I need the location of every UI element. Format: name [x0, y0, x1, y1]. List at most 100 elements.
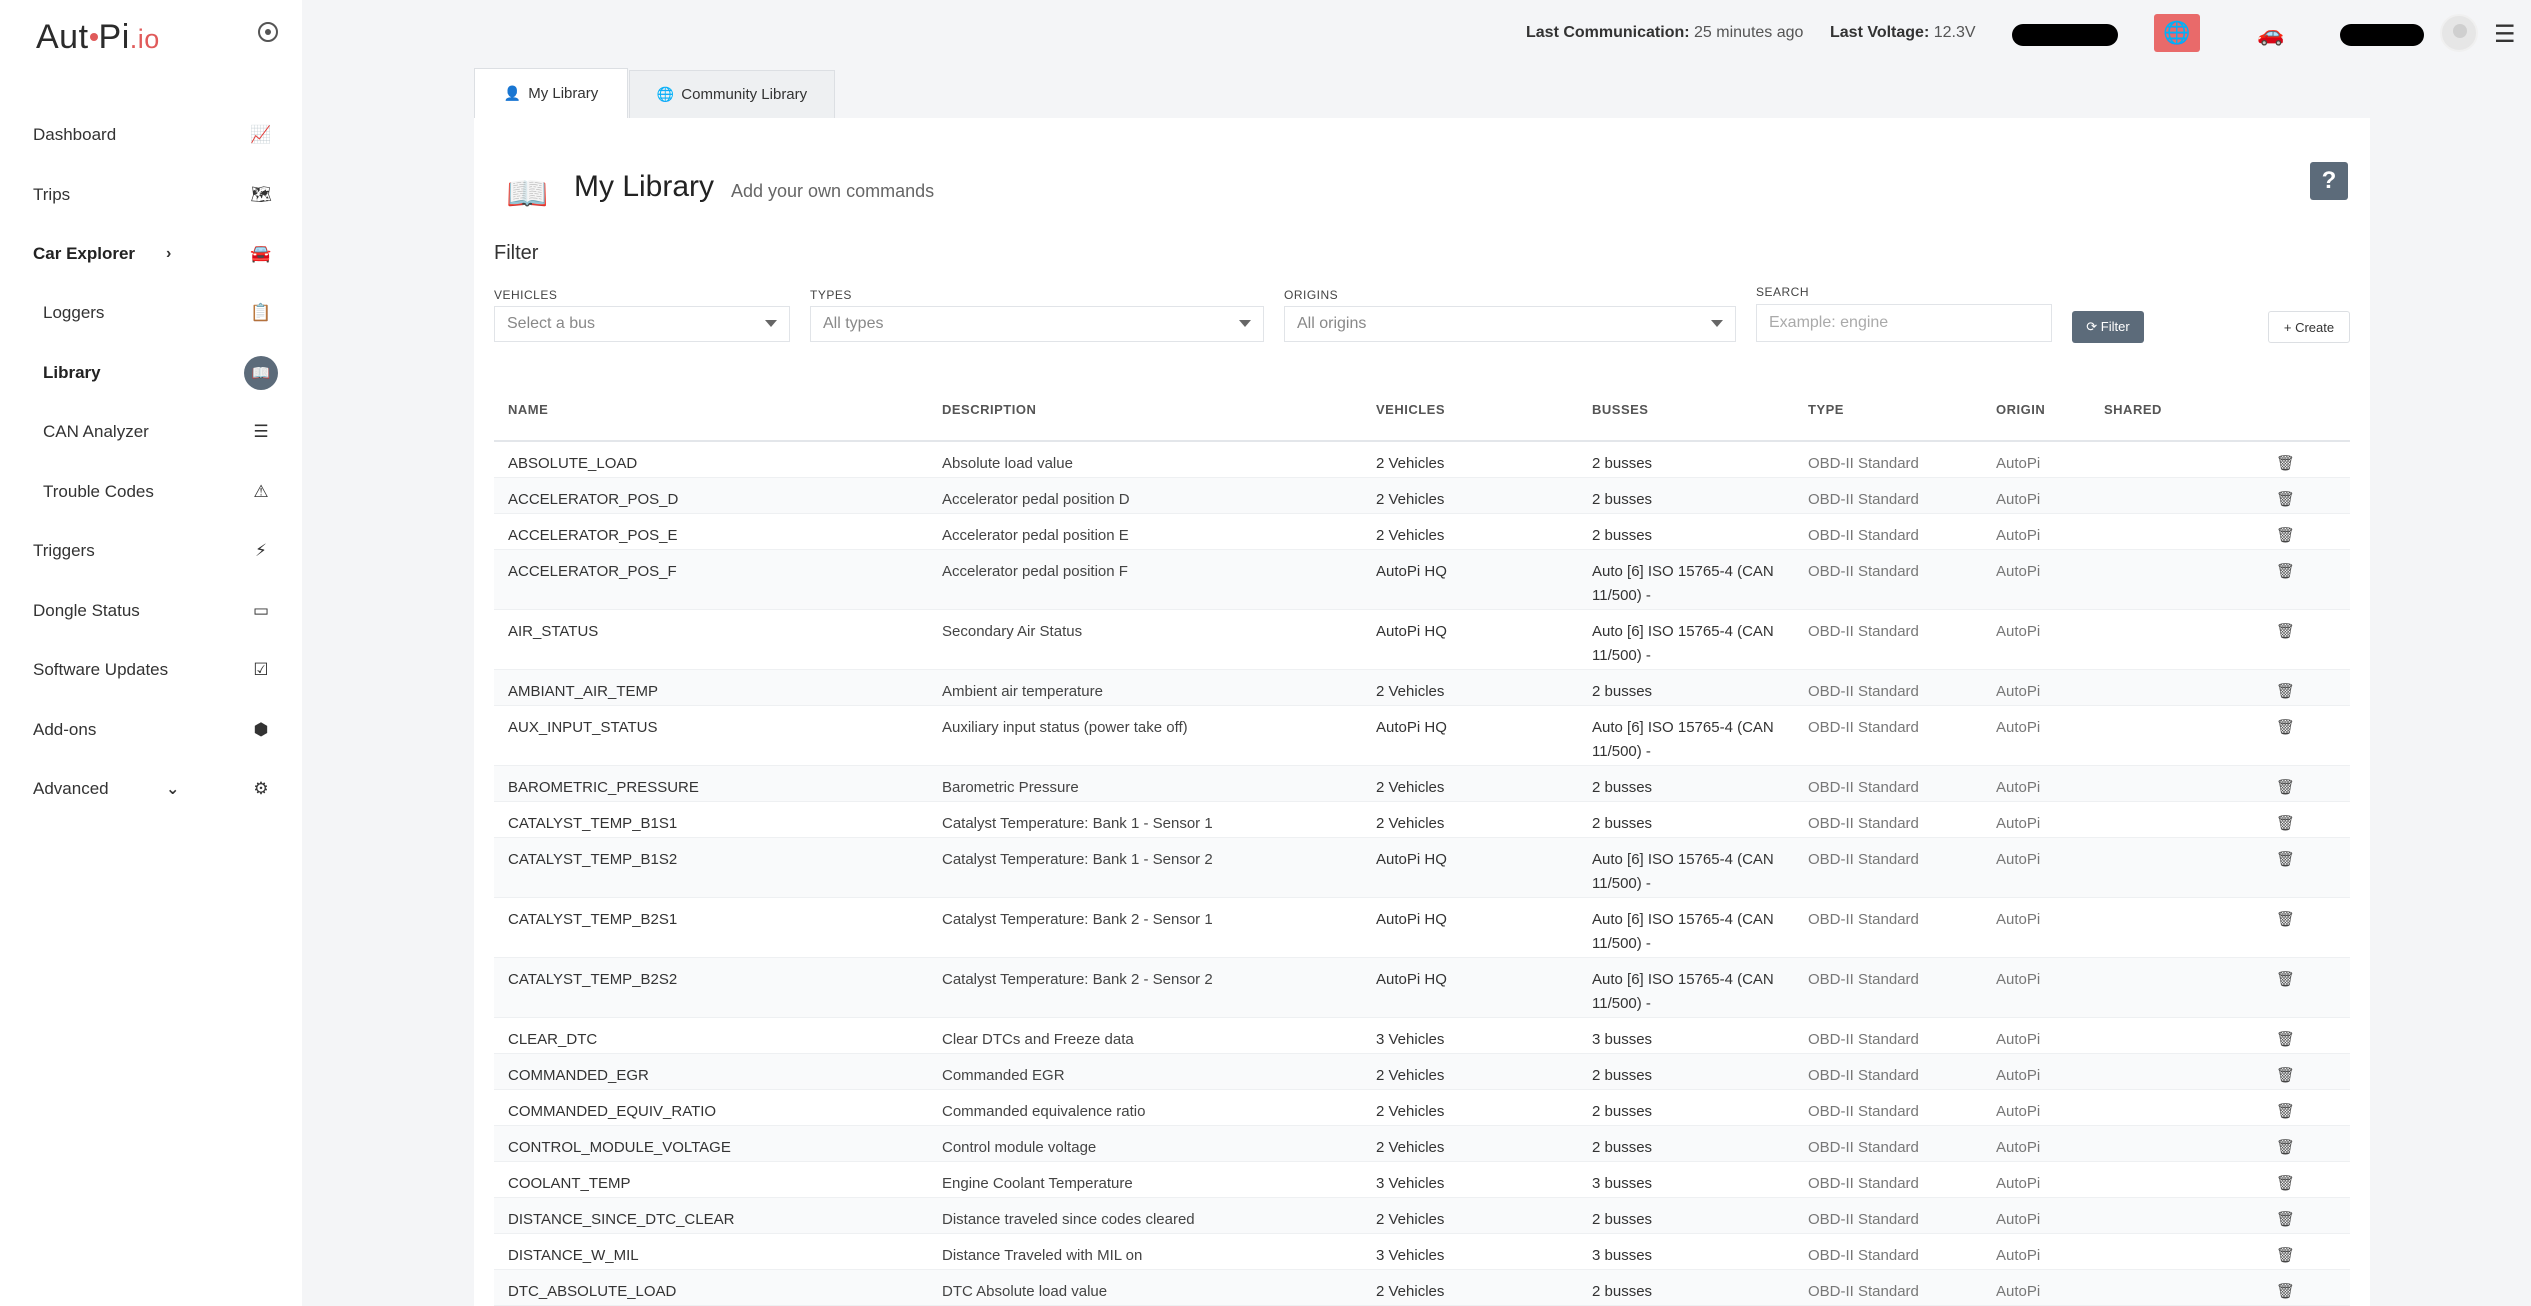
trash-icon[interactable]: 🗑 [2276, 682, 2295, 700]
sidebar-item-dashboard[interactable]: Dashboard 📈 [0, 110, 302, 160]
table-row[interactable]: DISTANCE_SINCE_DTC_CLEAR Distance travele… [494, 1198, 2350, 1234]
origins-select[interactable]: All origins [1284, 306, 1736, 342]
cell-name[interactable]: BAROMETRIC_PRESSURE [508, 776, 699, 800]
trash-icon[interactable]: 🗑 [2276, 454, 2295, 472]
cell-name[interactable]: ACCELERATOR_POS_F [508, 560, 677, 584]
cell-busses: 2 busses [1592, 1211, 1653, 1228]
table-row[interactable]: AUX_INPUT_STATUS Auxiliary input status (… [494, 706, 2350, 766]
trash-icon[interactable]: 🗑 [2276, 622, 2295, 640]
tab-my-library[interactable]: 👤 My Library [474, 68, 628, 118]
redacted-user-name[interactable] [2340, 24, 2424, 46]
filter-button[interactable]: ⟳ Filter [2072, 311, 2144, 343]
table-row[interactable]: CATALYST_TEMP_B1S2 Catalyst Temperature: … [494, 838, 2350, 898]
trash-icon[interactable]: 🗑 [2276, 1246, 2295, 1264]
redacted-device-name[interactable] [2012, 24, 2118, 46]
globe-icon[interactable]: 🌐 [2154, 14, 2200, 52]
autopi-logo[interactable]: Aut Pi.io [36, 18, 160, 57]
table-row[interactable]: BAROMETRIC_PRESSURE Barometric Pressure 2 … [494, 766, 2350, 802]
cell-name[interactable]: COMMANDED_EQUIV_RATIO [508, 1100, 716, 1124]
sidebar-collapse-icon[interactable] [258, 22, 278, 42]
cell-name[interactable]: COOLANT_TEMP [508, 1172, 631, 1196]
cell-name[interactable]: ACCELERATOR_POS_E [508, 524, 678, 548]
column-header-name[interactable]: NAME [508, 402, 548, 417]
table-row[interactable]: CATALYST_TEMP_B2S2 Catalyst Temperature: … [494, 958, 2350, 1018]
trash-icon[interactable]: 🗑 [2276, 1210, 2295, 1228]
cell-name[interactable]: CATALYST_TEMP_B1S2 [508, 848, 677, 872]
sidebar-item-add-ons[interactable]: Add-ons ⬢ [0, 705, 302, 755]
table-row[interactable]: ACCELERATOR_POS_F Accelerator pedal posit… [494, 550, 2350, 610]
cell-name[interactable]: CLEAR_DTC [508, 1028, 597, 1052]
search-input[interactable] [1756, 304, 2052, 342]
car-icon[interactable]: 🚗 [2246, 20, 2296, 48]
sidebar-item-software-updates[interactable]: Software Updates ☑ [0, 645, 302, 695]
trash-icon[interactable]: 🗑 [2276, 850, 2295, 868]
table-row[interactable]: DISTANCE_W_MIL Distance Traveled with MIL… [494, 1234, 2350, 1270]
help-button[interactable]: ? [2310, 162, 2348, 200]
table-row[interactable]: CONTROL_MODULE_VOLTAGE Control module vol… [494, 1126, 2350, 1162]
cell-name[interactable]: DISTANCE_W_MIL [508, 1244, 639, 1268]
cell-name[interactable]: CATALYST_TEMP_B1S1 [508, 812, 677, 836]
table-row[interactable]: ABSOLUTE_LOAD Absolute load value 2 Vehicl… [494, 442, 2350, 478]
trash-icon[interactable]: 🗑 [2276, 910, 2295, 928]
logo-dot [89, 33, 98, 42]
column-header-type[interactable]: TYPE [1808, 402, 1844, 417]
table-row[interactable]: AIR_STATUS Secondary Air Status AutoPi HQ A… [494, 610, 2350, 670]
table-row[interactable]: ACCELERATOR_POS_D Accelerator pedal posit… [494, 478, 2350, 514]
cell-name[interactable]: CATALYST_TEMP_B2S2 [508, 968, 677, 992]
vehicles-select[interactable]: Select a bus [494, 306, 790, 342]
trash-icon[interactable]: 🗑 [2276, 814, 2295, 832]
table-row[interactable]: ACCELERATOR_POS_E Accelerator pedal posit… [494, 514, 2350, 550]
cell-name[interactable]: DTC_ABSOLUTE_LOAD [508, 1280, 676, 1304]
trash-icon[interactable]: 🗑 [2276, 1066, 2295, 1084]
table-row[interactable]: CATALYST_TEMP_B1S1 Catalyst Temperature: … [494, 802, 2350, 838]
sidebar-item-advanced[interactable]: Advanced ⌄ ⚙ [0, 764, 302, 814]
origins-select-value: All origins [1297, 315, 1367, 332]
table-row[interactable]: COMMANDED_EQUIV_RATIO Commanded equivalen… [494, 1090, 2350, 1126]
sidebar-item-trips[interactable]: Trips 🗺 [0, 170, 302, 220]
trash-icon[interactable]: 🗑 [2276, 1138, 2295, 1156]
sidebar-item-library[interactable]: Library 📖 [0, 348, 302, 398]
cell-name[interactable]: CONTROL_MODULE_VOLTAGE [508, 1136, 731, 1160]
trash-icon[interactable]: 🗑 [2276, 1030, 2295, 1048]
sidebar-item-dongle-status[interactable]: Dongle Status ▭ [0, 586, 302, 636]
cell-name[interactable]: ABSOLUTE_LOAD [508, 452, 637, 476]
column-header-shared[interactable]: SHARED [2104, 402, 2162, 417]
trash-icon[interactable]: 🗑 [2276, 562, 2295, 580]
cell-name[interactable]: COMMANDED_EGR [508, 1064, 649, 1088]
table-row[interactable]: CLEAR_DTC Clear DTCs and Freeze data 3 Veh… [494, 1018, 2350, 1054]
tab-community-library[interactable]: 🌐 Community Library [629, 70, 835, 118]
trash-icon[interactable]: 🗑 [2276, 718, 2295, 736]
column-header-description[interactable]: DESCRIPTION [942, 402, 1036, 417]
table-row[interactable]: COOLANT_TEMP Engine Coolant Temperature 3 … [494, 1162, 2350, 1198]
column-header-origin[interactable]: ORIGIN [1996, 402, 2045, 417]
sidebar-item-triggers[interactable]: Triggers ⚡ [0, 526, 302, 576]
cell-name[interactable]: AMBIANT_AIR_TEMP [508, 680, 658, 704]
cell-name[interactable]: ACCELERATOR_POS_D [508, 488, 678, 512]
trash-icon[interactable]: 🗑 [2276, 778, 2295, 796]
table-row[interactable]: DTC_ABSOLUTE_LOAD DTC Absolute load value… [494, 1270, 2350, 1306]
table-row[interactable]: AMBIANT_AIR_TEMP Ambient air temperature 2… [494, 670, 2350, 706]
menu-icon[interactable]: ☰ [2494, 20, 2516, 49]
column-header-busses[interactable]: BUSSES [1592, 402, 1648, 417]
avatar[interactable] [2440, 14, 2478, 52]
cell-name[interactable]: AUX_INPUT_STATUS [508, 716, 657, 740]
sidebar-item-car-explorer[interactable]: Car Explorer › 🚘 [0, 229, 302, 279]
trash-icon[interactable]: 🗑 [2276, 970, 2295, 988]
sidebar-item-can-analyzer[interactable]: CAN Analyzer ☰ [0, 407, 302, 457]
trash-icon[interactable]: 🗑 [2276, 490, 2295, 508]
trash-icon[interactable]: 🗑 [2276, 526, 2295, 544]
types-select[interactable]: All types [810, 306, 1264, 342]
sidebar-item-loggers[interactable]: Loggers 📋 [0, 288, 302, 338]
cell-name[interactable]: AIR_STATUS [508, 620, 598, 644]
table-row[interactable]: COMMANDED_EGR Commanded EGR 2 Vehicles 2 bu… [494, 1054, 2350, 1090]
trash-icon[interactable]: 🗑 [2276, 1174, 2295, 1192]
sidebar-item-trouble-codes[interactable]: Trouble Codes ⚠ [0, 467, 302, 517]
trash-icon[interactable]: 🗑 [2276, 1282, 2295, 1300]
create-button[interactable]: + Create [2268, 311, 2350, 343]
cell-name[interactable]: CATALYST_TEMP_B2S1 [508, 908, 677, 932]
vehicles-label: VEHICLES [494, 288, 558, 302]
column-header-vehicles[interactable]: VEHICLES [1376, 402, 1445, 417]
cell-name[interactable]: DISTANCE_SINCE_DTC_CLEAR [508, 1208, 734, 1232]
trash-icon[interactable]: 🗑 [2276, 1102, 2295, 1120]
table-row[interactable]: CATALYST_TEMP_B2S1 Catalyst Temperature: … [494, 898, 2350, 958]
